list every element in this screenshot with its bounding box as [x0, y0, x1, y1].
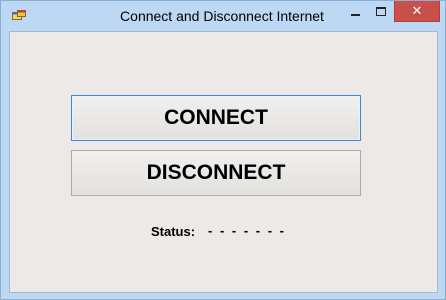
minimize-button[interactable] [342, 1, 368, 22]
minimize-icon [350, 13, 360, 16]
status-value: - - - - - - - [208, 223, 286, 238]
connect-button[interactable]: CONNECT [71, 95, 361, 141]
application-window: Connect and Disconnect Internet ✕ CONNEC… [0, 0, 446, 300]
maximize-icon [376, 7, 386, 16]
status-label: Status: [151, 224, 196, 239]
disconnect-button[interactable]: DISCONNECT [71, 150, 361, 196]
maximize-button[interactable] [368, 1, 394, 22]
close-button[interactable]: ✕ [394, 1, 440, 22]
close-icon: ✕ [411, 3, 423, 19]
form-client-area: CONNECT DISCONNECT Status: - - - - - - - [9, 31, 438, 293]
title-bar[interactable]: Connect and Disconnect Internet ✕ [1, 1, 445, 31]
